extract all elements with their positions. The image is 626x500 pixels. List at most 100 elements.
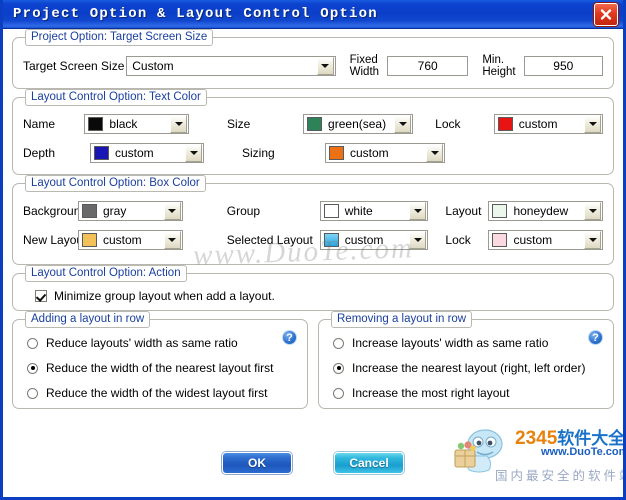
box-color-group-value: white [344,204,373,218]
min-height-label-line2: Height [482,66,516,78]
box-color-background-combo[interactable]: gray [78,201,183,221]
target-screen-size-label: Target Screen Size [23,59,125,73]
box-color-lock-label: Lock [445,233,471,247]
minimize-group-layout-row[interactable]: Minimize group layout when add a layout. [23,289,603,303]
client-area: Project Option: Target Screen Size Targe… [3,29,623,497]
box-color-new-layout-swatch [82,233,97,247]
text-color-size-value: green(sea) [328,117,387,131]
close-icon [600,9,612,20]
removing-option-2-radio[interactable] [333,387,344,399]
removing-option-2[interactable]: Increase the most right layout [333,386,603,400]
box-color-lock-value: custom [513,233,553,247]
removing-option-2-label: Increase the most right layout [352,386,510,400]
help-icon[interactable]: ? [588,330,603,345]
text-color-lock-label: Lock [435,117,461,131]
text-color-size-swatch [307,117,323,131]
adding-option-2-radio[interactable] [27,387,38,399]
text-color-name-combo[interactable]: black [84,114,189,134]
adding-option-2[interactable]: Reduce the width of the widest layout fi… [27,386,297,400]
ok-button-label: OK [248,456,266,470]
group-box-color-legend: Layout Control Option: Box Color [25,175,206,192]
cancel-button[interactable]: Cancel [334,452,404,474]
cancel-button-label: Cancel [349,456,389,470]
adding-option-0-label: Reduce layouts' width as same ratio [46,336,238,350]
box-color-selected-layout-value: custom [344,233,384,247]
chevron-down-icon[interactable] [185,144,202,162]
target-screen-size-value: Custom [132,59,174,73]
text-color-name-label: Name [23,117,56,131]
chevron-down-icon[interactable] [409,202,427,220]
text-color-depth-swatch [94,146,109,160]
chevron-down-icon[interactable] [584,115,601,133]
box-color-group-combo[interactable]: white [319,201,429,221]
removing-option-1-radio[interactable] [333,362,344,374]
box-color-layout-swatch [492,204,508,218]
close-button[interactable] [594,3,618,26]
fixed-width-label: Fixed Width [350,54,379,78]
text-color-lock-combo[interactable]: custom [493,114,603,134]
removing-option-1[interactable]: Increase the nearest layout (right, left… [333,361,603,375]
adding-option-0[interactable]: Reduce layouts' width as same ratio [27,336,297,350]
chevron-down-icon[interactable] [170,115,187,133]
text-color-sizing-value: custom [350,146,389,160]
box-color-selected-layout-combo[interactable]: custom [319,230,429,250]
text-color-size-label: Size [227,117,251,131]
chevron-down-icon[interactable] [426,144,443,162]
box-color-group-label: Group [226,204,261,218]
text-color-depth-label: Depth [23,146,56,160]
ok-button[interactable]: OK [222,452,292,474]
box-color-background-swatch [82,204,97,218]
removing-option-1-label: Increase the nearest layout (right, left… [352,361,586,375]
box-color-selected-layout-label: Selected Layout [226,233,313,247]
fixed-width-label-line1: Fixed [349,54,378,66]
box-color-layout-label: Layout [445,204,482,218]
dialog-buttons: OK Cancel [3,452,623,474]
box-color-background-value: gray [103,204,127,218]
group-project-option: Project Option: Target Screen Size Targe… [12,29,614,89]
minimize-group-layout-checkbox[interactable] [35,290,47,302]
target-screen-size-combo[interactable]: Custom [126,56,336,76]
group-action-legend: Layout Control Option: Action [25,265,187,282]
chevron-down-icon[interactable] [163,231,181,249]
text-color-lock-value: custom [518,117,558,131]
group-removing-layout-legend: Removing a layout in row [331,311,473,328]
text-color-sizing-label: Sizing [242,146,275,160]
min-height-input[interactable]: 950 [523,56,603,76]
group-text-color: Layout Control Option: Text Color Name b… [12,89,614,175]
chevron-down-icon[interactable] [316,57,334,75]
box-color-layout-combo[interactable]: honeydew [488,201,603,221]
removing-option-0[interactable]: Increase layouts' width as same ratio [333,336,603,350]
text-color-depth-value: custom [115,146,154,160]
group-removing-layout: Removing a layout in row ? Increase layo… [318,311,614,409]
chevron-down-icon[interactable] [394,115,412,133]
adding-option-1[interactable]: Reduce the width of the nearest layout f… [27,361,297,375]
adding-option-1-label: Reduce the width of the nearest layout f… [46,361,274,375]
chevron-down-icon[interactable] [584,231,601,249]
fixed-width-label-line2: Width [349,66,380,78]
text-color-sizing-combo[interactable]: custom [325,143,445,163]
chevron-down-icon[interactable] [584,202,601,220]
text-color-sizing-swatch [329,146,344,160]
adding-option-2-label: Reduce the width of the widest layout fi… [46,386,268,400]
text-color-lock-swatch [497,117,513,131]
box-color-lock-combo[interactable]: custom [488,230,603,250]
box-color-new-layout-combo[interactable]: custom [78,230,183,250]
help-icon[interactable]: ? [282,330,297,345]
dialog-window: Project Option & Layout Control Option P… [0,0,626,500]
box-color-group-swatch [323,204,339,218]
removing-option-0-radio[interactable] [333,337,344,349]
group-adding-layout-legend: Adding a layout in row [25,311,151,328]
chevron-down-icon[interactable] [409,231,427,249]
box-color-new-layout-value: custom [103,233,142,247]
fixed-width-input[interactable]: 760 [387,56,469,76]
chevron-down-icon[interactable] [163,202,181,220]
group-box-color: Layout Control Option: Box Color Backgro… [12,175,614,265]
text-color-size-combo[interactable]: green(sea) [303,114,414,134]
adding-option-0-radio[interactable] [27,337,38,349]
box-color-new-layout-label: New Layout [23,233,87,247]
text-color-depth-combo[interactable]: custom [90,143,204,163]
title-bar: Project Option & Layout Control Option [3,0,623,29]
group-action: Layout Control Option: Action Minimize g… [12,265,614,311]
adding-option-1-radio[interactable] [27,362,38,374]
row-option-groups: Adding a layout in row ? Reduce layouts'… [12,311,614,409]
